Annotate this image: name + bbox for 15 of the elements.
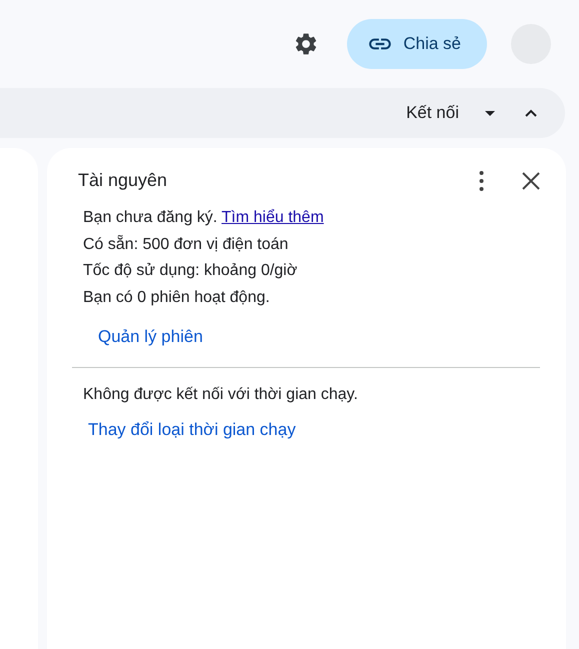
info-text: Có sẵn: 500 đơn vị điện toán: [83, 234, 290, 254]
manage-sessions-link[interactable]: Quản lý phiên: [98, 327, 203, 347]
share-button[interactable]: Chia sẻ: [347, 19, 487, 69]
close-icon[interactable]: [522, 172, 540, 190]
info-text: Tốc độ sử dụng: khoảng 0/giờ: [83, 261, 298, 281]
collapse-icon[interactable]: [525, 109, 537, 117]
more-icon[interactable]: [479, 170, 484, 190]
dropdown-icon[interactable]: [485, 110, 495, 116]
subscription-text: Bạn chưa đăng ký. Tìm hiểu thêm: [83, 208, 325, 228]
learn-more-link[interactable]: Tìm hiểu thêm: [222, 209, 324, 226]
runtime-status-text: Không được kết nối với thời gian chạy.: [83, 386, 359, 404]
info-text: Bạn có 0 phiên hoạt động.: [83, 288, 271, 308]
change-runtime-link[interactable]: Thay đổi loại thời gian chạy: [88, 420, 296, 440]
panel-title: Tài nguyên: [78, 170, 168, 191]
connect-button[interactable]: Kết nối: [406, 103, 459, 123]
